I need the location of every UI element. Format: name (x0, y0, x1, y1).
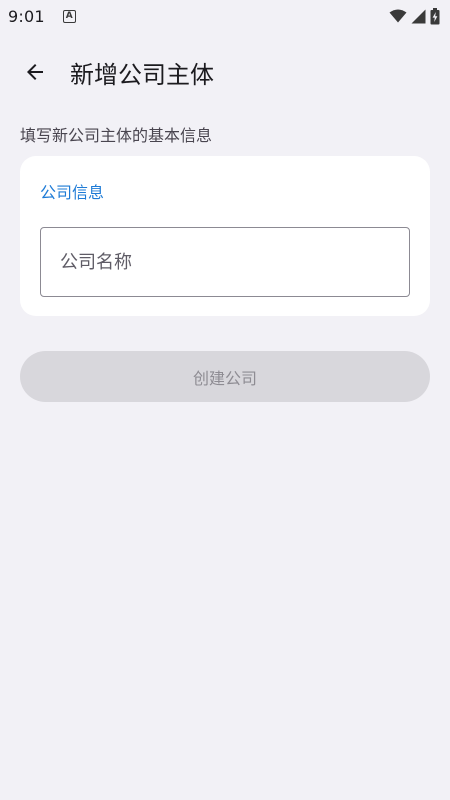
back-button[interactable] (11, 48, 59, 96)
status-bar-left: 9:01 A (8, 7, 76, 26)
status-bar: 9:01 A (0, 0, 450, 32)
status-bar-right (389, 7, 440, 25)
wifi-icon (389, 9, 407, 23)
create-company-button[interactable]: 创建公司 (20, 351, 430, 402)
app-bar: 新增公司主体 (0, 40, 450, 104)
company-name-field[interactable] (40, 227, 410, 297)
notification-a-icon: A (62, 9, 76, 23)
status-time: 9:01 (8, 6, 45, 26)
arrow-left-icon (27, 64, 43, 80)
section-title-company-info: 公司信息 (40, 183, 105, 202)
cellular-signal-icon (411, 9, 426, 23)
company-name-input[interactable] (41, 228, 409, 296)
battery-charging-icon (430, 7, 440, 24)
page-subtitle: 填写新公司主体的基本信息 (20, 126, 213, 145)
company-info-card: 公司信息 (20, 156, 430, 316)
page-title: 新增公司主体 (70, 60, 214, 89)
